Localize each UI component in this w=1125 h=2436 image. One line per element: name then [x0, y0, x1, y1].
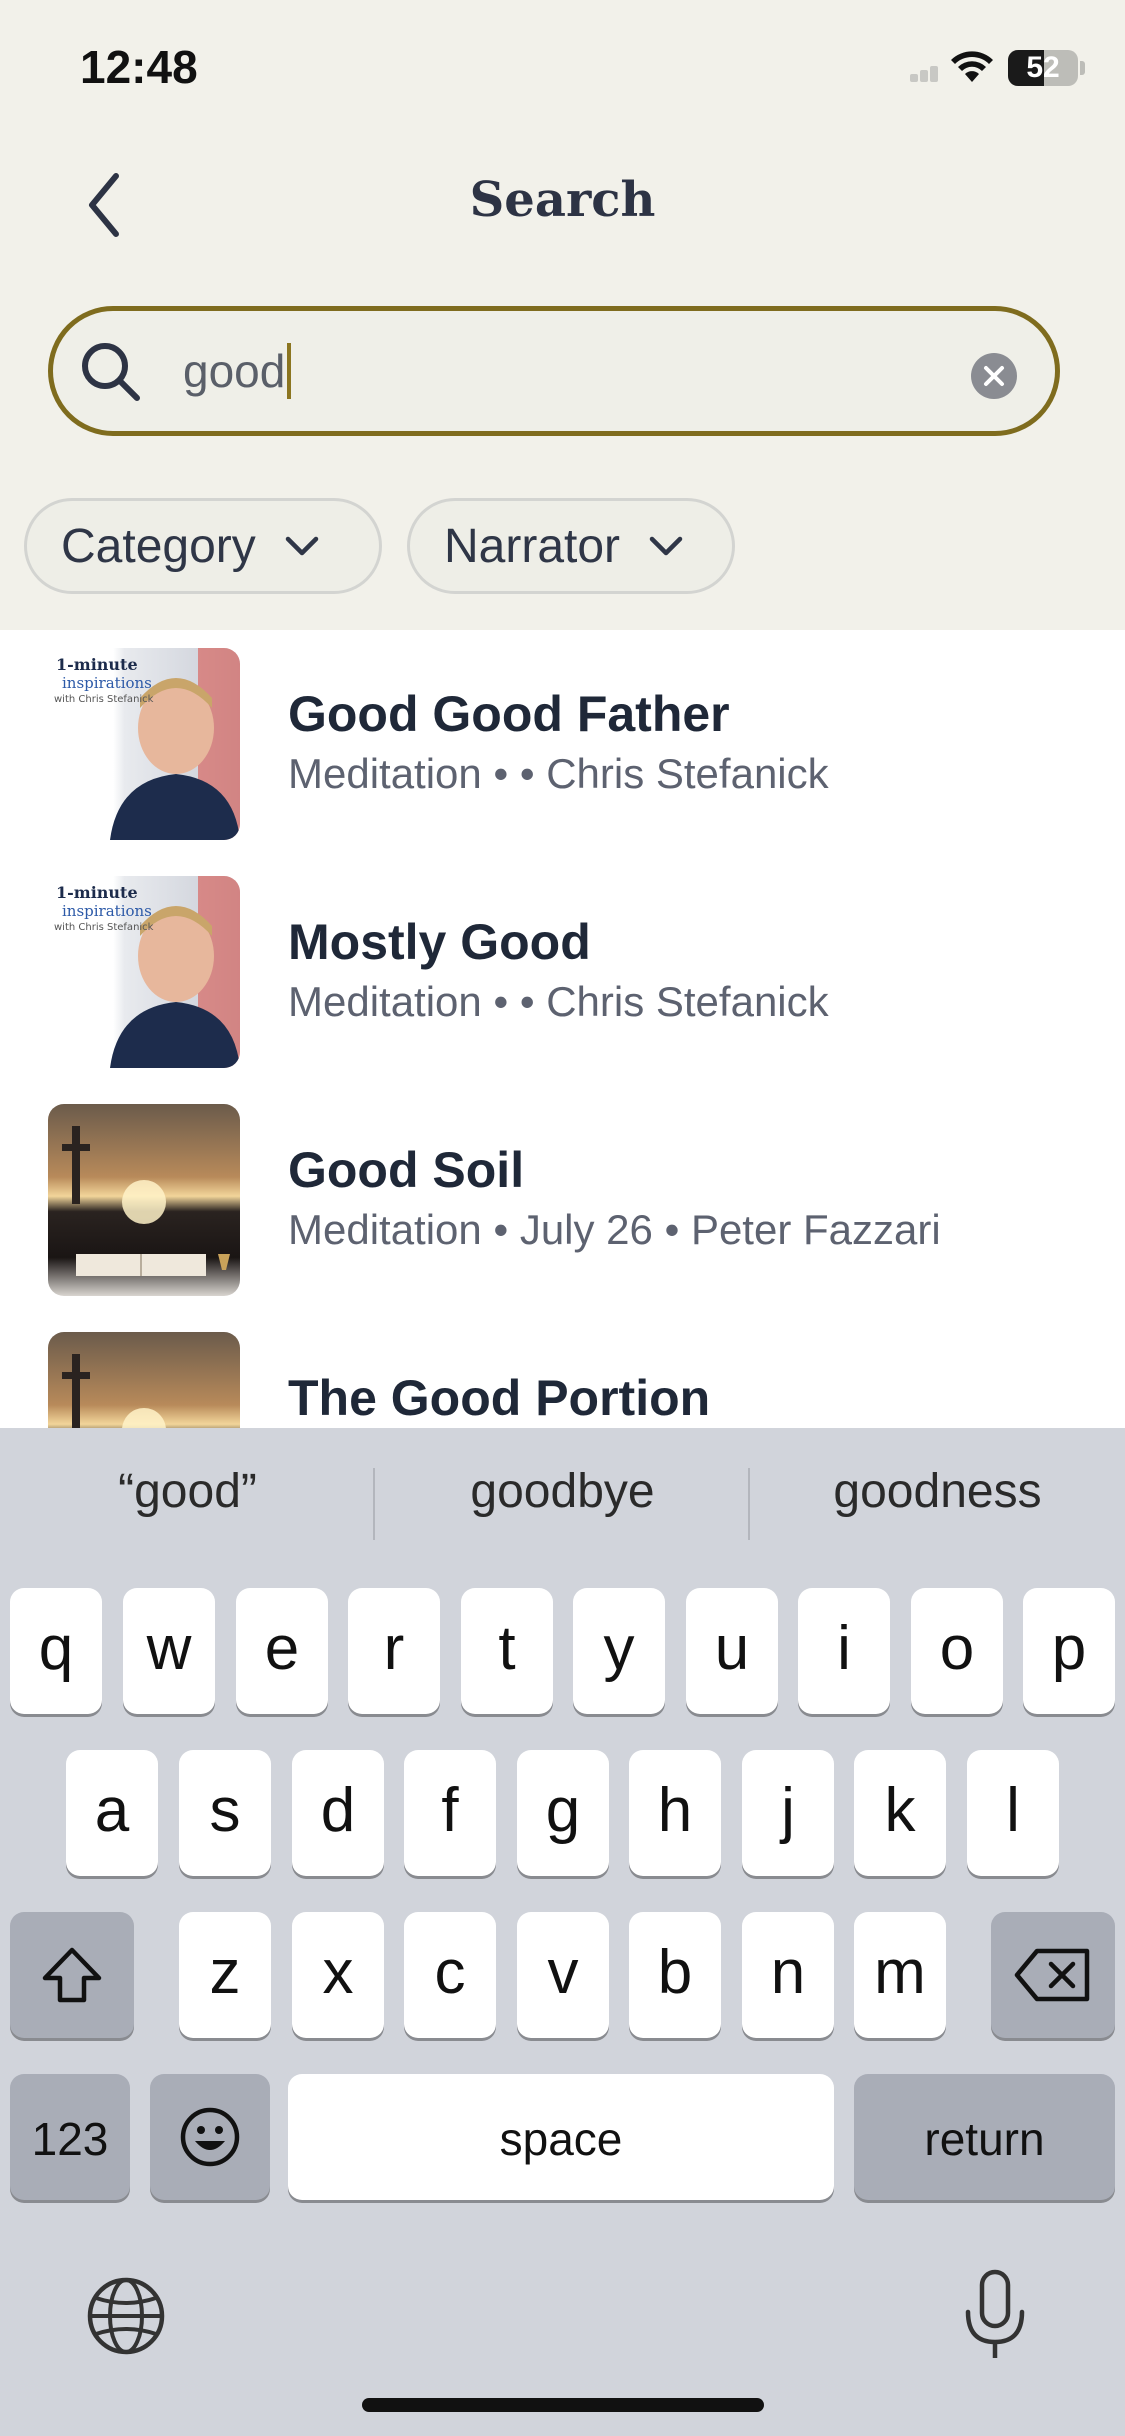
suggestion-item[interactable]: goodbye [375, 1464, 750, 1519]
emoji-key[interactable] [150, 2074, 270, 2200]
delete-key[interactable] [991, 1912, 1115, 2038]
result-title: Good Soil [288, 1142, 525, 1198]
category-filter-label: Category [61, 519, 256, 573]
key-l[interactable]: l [967, 1750, 1059, 1876]
wifi-icon [951, 51, 993, 82]
clear-search-icon[interactable] [971, 353, 1017, 399]
key-p[interactable]: p [1023, 1588, 1115, 1714]
shift-key[interactable] [10, 1912, 134, 2038]
key-g[interactable]: g [517, 1750, 609, 1876]
space-key-label: space [499, 2113, 623, 2165]
battery-level: 52 [1026, 51, 1060, 84]
cellular-signal-icon [910, 60, 946, 82]
numbers-key[interactable]: 123 [10, 2074, 130, 2200]
suggestion-item[interactable]: goodness [750, 1464, 1125, 1519]
key-k[interactable]: k [854, 1750, 946, 1876]
key-y[interactable]: y [573, 1588, 665, 1714]
key-e[interactable]: e [236, 1588, 328, 1714]
narrator-filter-label: Narrator [444, 519, 621, 573]
numbers-key-label: 123 [31, 2113, 109, 2165]
globe-icon[interactable] [84, 2274, 168, 2358]
search-input[interactable] [183, 339, 943, 403]
key-f[interactable]: f [404, 1750, 496, 1876]
category-filter-button[interactable]: Category [24, 498, 382, 594]
shift-icon [42, 1947, 102, 2003]
key-u[interactable]: u [686, 1588, 778, 1714]
result-subtitle: Meditation • • Chris Stefanick [288, 750, 829, 797]
battery-icon: 52 [1008, 50, 1078, 86]
emoji-icon [180, 2107, 240, 2167]
result-thumbnail: 1-minute inspirations with Chris Stefani… [48, 648, 240, 840]
thumb-caption: inspirations [62, 674, 152, 692]
key-c[interactable]: c [404, 1912, 496, 2038]
key-v[interactable]: v [517, 1912, 609, 2038]
key-j[interactable]: j [742, 1750, 834, 1876]
key-a[interactable]: a [66, 1750, 158, 1876]
key-w[interactable]: w [123, 1588, 215, 1714]
result-title: The Good Portion [288, 1370, 711, 1426]
chevron-down-icon [285, 536, 319, 556]
chevron-down-icon [649, 536, 683, 556]
key-o[interactable]: o [911, 1588, 1003, 1714]
result-subtitle: Meditation • July 26 • Peter Fazzari [288, 1206, 941, 1253]
key-b[interactable]: b [629, 1912, 721, 2038]
space-key[interactable]: space [288, 2074, 834, 2200]
key-q[interactable]: q [10, 1588, 102, 1714]
suggestion-item[interactable]: “good” [0, 1464, 375, 1519]
home-indicator [362, 2398, 764, 2412]
return-key[interactable]: return [854, 2074, 1115, 2200]
status-time: 12:48 [80, 41, 198, 93]
thumb-caption: 1-minute [56, 655, 138, 674]
key-d[interactable]: d [292, 1750, 384, 1876]
key-x[interactable]: x [292, 1912, 384, 2038]
result-thumbnail [48, 1332, 240, 1428]
thumb-caption: 1-minute [56, 883, 138, 902]
key-h[interactable]: h [629, 1750, 721, 1876]
keyboard: “good” goodbye goodness q w e r t y u i … [0, 1428, 1125, 2436]
key-t[interactable]: t [461, 1588, 553, 1714]
result-title: Good Good Father [288, 686, 730, 742]
key-m[interactable]: m [854, 1912, 946, 2038]
thumb-caption: inspirations [62, 902, 152, 920]
key-s[interactable]: s [179, 1750, 271, 1876]
result-row[interactable]: The Good Portion [0, 1314, 1125, 1428]
result-thumbnail [48, 1104, 240, 1296]
key-n[interactable]: n [742, 1912, 834, 2038]
page-title: Search [469, 172, 656, 228]
result-title: Mostly Good [288, 914, 591, 970]
search-bar[interactable] [48, 306, 1060, 436]
result-row[interactable]: Good Soil Meditation • July 26 • Peter F… [0, 1086, 1125, 1296]
thumb-caption: with Chris Stefanick [54, 922, 154, 933]
key-i[interactable]: i [798, 1588, 890, 1714]
return-key-label: return [924, 2113, 1045, 2165]
search-icon [82, 343, 140, 401]
results-list: 1-minute inspirations with Chris Stefani… [0, 630, 1125, 1428]
backspace-icon [1014, 1948, 1090, 2002]
narrator-filter-button[interactable]: Narrator [407, 498, 735, 594]
result-row[interactable]: 1-minute inspirations with Chris Stefani… [0, 858, 1125, 1068]
thumb-caption: with Chris Stefanick [54, 694, 154, 705]
status-bar: 12:48 52 [0, 0, 1125, 140]
result-subtitle: Meditation • • Chris Stefanick [288, 978, 829, 1025]
result-thumbnail: 1-minute inspirations with Chris Stefani… [48, 876, 240, 1068]
text-caret [287, 343, 291, 399]
result-row[interactable]: 1-minute inspirations with Chris Stefani… [0, 630, 1125, 840]
key-r[interactable]: r [348, 1588, 440, 1714]
microphone-icon[interactable] [960, 2268, 1030, 2364]
key-z[interactable]: z [179, 1912, 271, 2038]
